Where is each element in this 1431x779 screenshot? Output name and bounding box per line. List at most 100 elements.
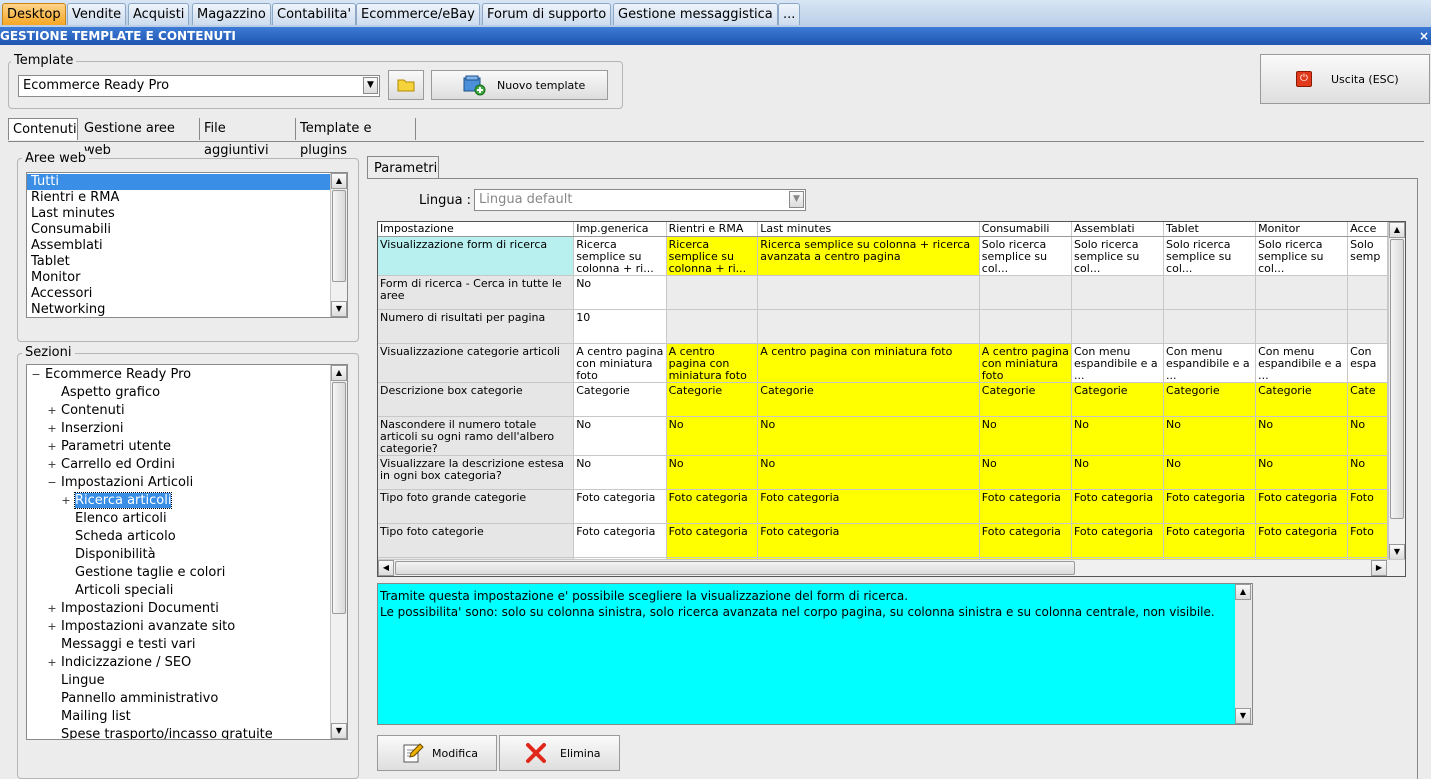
- list-item[interactable]: Tablet: [27, 254, 347, 270]
- collapse-icon[interactable]: −: [47, 474, 57, 492]
- setting-value-cell[interactable]: No: [1071, 455, 1165, 490]
- tree-node[interactable]: Spese trasporto/incasso gratuite: [47, 726, 273, 739]
- expand-icon[interactable]: +: [47, 438, 57, 456]
- setting-value-cell[interactable]: A centro pagina con miniatura foto: [573, 343, 667, 383]
- setting-value-cell[interactable]: No: [1255, 455, 1349, 490]
- table-row[interactable]: Form di ricerca - Cerca in tutte le aree…: [378, 275, 1388, 310]
- setting-value-cell[interactable]: Con menu espandibile e a ...: [1071, 343, 1165, 383]
- setting-value-cell[interactable]: Categorie: [979, 382, 1073, 417]
- close-icon[interactable]: ×: [1419, 27, 1429, 45]
- tree-node[interactable]: Scheda articolo: [61, 528, 176, 546]
- table-row[interactable]: Tipo foto grande categorie Foto categoria…: [378, 489, 1388, 524]
- column-header[interactable]: Imp.generica: [573, 222, 667, 237]
- scroll-thumb[interactable]: [395, 561, 1075, 575]
- expand-icon[interactable]: +: [47, 654, 57, 672]
- chevron-down-icon[interactable]: ▼: [789, 191, 804, 208]
- exit-button[interactable]: ⏻ Uscita (ESC): [1260, 54, 1430, 104]
- setting-value-cell[interactable]: No: [1347, 455, 1388, 490]
- setting-value-cell[interactable]: No: [1071, 416, 1165, 456]
- setting-value-cell[interactable]: [1163, 275, 1257, 310]
- setting-value-cell[interactable]: Categorie: [1255, 382, 1349, 417]
- setting-value-cell[interactable]: [1347, 275, 1388, 310]
- setting-value-cell[interactable]: No: [1255, 416, 1349, 456]
- setting-value-cell[interactable]: [1255, 309, 1349, 344]
- sezioni-scrollbar[interactable]: ▲ ▼: [330, 365, 347, 739]
- column-header[interactable]: Rientri e RMA: [666, 222, 759, 237]
- setting-value-cell[interactable]: Foto: [1347, 523, 1388, 558]
- tree-node[interactable]: + Carrello ed Ordini: [47, 456, 175, 474]
- grid-vscrollbar[interactable]: ▲ ▼: [1388, 222, 1405, 560]
- setting-value-cell[interactable]: Solo ricerca semplice su col...: [1163, 236, 1257, 276]
- tab-contenuti[interactable]: Contenuti: [8, 118, 78, 140]
- tab-forum-supporto[interactable]: Forum di supporto: [482, 3, 612, 25]
- tab-template-plugins[interactable]: Template e plugins: [296, 118, 416, 158]
- setting-value-cell[interactable]: Con menu espandibile e a ...: [1163, 343, 1257, 383]
- column-header[interactable]: Acce: [1347, 222, 1388, 237]
- tree-node[interactable]: Lingue: [47, 672, 105, 690]
- setting-value-cell[interactable]: Foto categoria: [666, 489, 759, 524]
- tab-gestione-aree-web[interactable]: Gestione aree web: [80, 118, 200, 158]
- setting-value-cell[interactable]: No: [757, 455, 980, 490]
- setting-value-cell[interactable]: Foto categoria: [1255, 489, 1349, 524]
- setting-value-cell[interactable]: [1071, 309, 1165, 344]
- setting-value-cell[interactable]: Con menu espandibile e a ...: [1255, 343, 1349, 383]
- setting-value-cell[interactable]: Solo ricerca semplice su col...: [1071, 236, 1165, 276]
- setting-value-cell[interactable]: Categorie: [1071, 382, 1165, 417]
- setting-value-cell[interactable]: A centro pagina con miniatura foto: [757, 343, 980, 383]
- setting-value-cell[interactable]: Solo ricerca semplice su col...: [1255, 236, 1349, 276]
- column-header[interactable]: Tablet: [1163, 222, 1257, 237]
- setting-value-cell[interactable]: Foto categoria: [573, 489, 667, 524]
- tree-node[interactable]: + Impostazioni Documenti: [47, 600, 218, 618]
- setting-value-cell[interactable]: [1347, 309, 1388, 344]
- tab-file-aggiuntivi[interactable]: File aggiuntivi: [200, 118, 296, 158]
- setting-value-cell[interactable]: No: [666, 416, 759, 456]
- expand-icon[interactable]: +: [47, 456, 57, 474]
- scroll-left-icon[interactable]: ◀: [378, 560, 394, 576]
- setting-value-cell[interactable]: No: [573, 416, 667, 456]
- grid-hscrollbar[interactable]: ◀ ▶: [378, 559, 1405, 576]
- setting-value-cell[interactable]: Foto categoria: [1071, 523, 1165, 558]
- setting-value-cell[interactable]: Categorie: [1163, 382, 1257, 417]
- list-item[interactable]: Networking: [27, 302, 347, 317]
- list-item[interactable]: Rientri e RMA: [27, 190, 347, 206]
- setting-value-cell[interactable]: Foto categoria: [979, 523, 1073, 558]
- modifica-button[interactable]: Modifica: [377, 735, 497, 771]
- setting-value-cell[interactable]: [666, 309, 759, 344]
- setting-value-cell[interactable]: No: [979, 455, 1073, 490]
- setting-value-cell[interactable]: Solo ricerca semplice su col...: [979, 236, 1073, 276]
- tree-node[interactable]: + Indicizzazione / SEO: [47, 654, 191, 672]
- setting-value-cell[interactable]: No: [1347, 416, 1388, 456]
- list-item[interactable]: Monitor: [27, 270, 347, 286]
- setting-value-cell[interactable]: A centro pagina con miniatura foto: [666, 343, 759, 383]
- settings-grid[interactable]: Impostazione Imp.generica Rientri e RMA Las…: [377, 221, 1406, 577]
- setting-value-cell[interactable]: Foto: [1347, 489, 1388, 524]
- table-row[interactable]: Descrizione box categorie Categorie Catego…: [378, 382, 1388, 417]
- setting-value-cell[interactable]: [979, 309, 1073, 344]
- setting-value-cell[interactable]: No: [757, 416, 980, 456]
- list-item[interactable]: Accessori: [27, 286, 347, 302]
- scroll-up-icon[interactable]: ▲: [1389, 222, 1405, 238]
- tree-node[interactable]: + Ricerca articoli: [61, 492, 173, 510]
- setting-value-cell[interactable]: Categorie: [573, 382, 667, 417]
- aree-web-scrollbar[interactable]: ▲ ▼: [330, 173, 347, 317]
- column-header[interactable]: Monitor: [1255, 222, 1349, 237]
- tree-node[interactable]: Aspetto grafico: [47, 384, 160, 402]
- setting-value-cell[interactable]: Categorie: [666, 382, 759, 417]
- scroll-thumb[interactable]: [1390, 239, 1404, 519]
- setting-value-cell[interactable]: A centro pagina con miniatura foto: [979, 343, 1073, 383]
- tree-node[interactable]: + Contenuti: [47, 402, 124, 420]
- tree-node[interactable]: Articoli speciali: [61, 582, 173, 600]
- setting-value-cell[interactable]: No: [573, 455, 667, 490]
- setting-value-cell[interactable]: [757, 309, 980, 344]
- expand-icon[interactable]: +: [47, 420, 57, 438]
- tree-node[interactable]: Disponibilità: [61, 546, 156, 564]
- setting-value-cell[interactable]: Solo semp: [1347, 236, 1388, 276]
- description-scrollbar[interactable]: ▲ ▼: [1235, 584, 1252, 724]
- expand-icon[interactable]: +: [47, 618, 57, 636]
- tree-node[interactable]: + Impostazioni avanzate sito: [47, 618, 235, 636]
- setting-value-cell[interactable]: Foto categoria: [757, 489, 980, 524]
- expand-icon[interactable]: +: [61, 492, 71, 510]
- setting-value-cell[interactable]: Cate: [1347, 382, 1388, 417]
- column-header[interactable]: Assemblati: [1071, 222, 1165, 237]
- table-row[interactable]: Visualizzare la descrizione estesa in og…: [378, 455, 1388, 490]
